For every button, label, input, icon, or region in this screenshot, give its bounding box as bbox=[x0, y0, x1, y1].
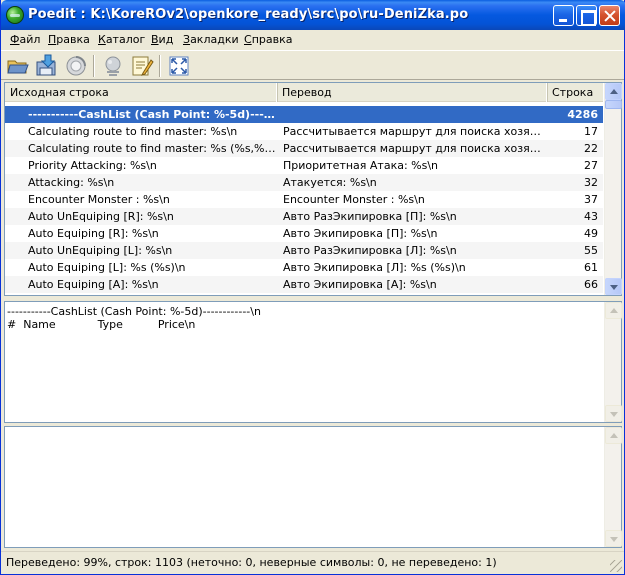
menu-bar: Файл Правка Каталог Вид Закладки Справка bbox=[1, 30, 624, 50]
line-cell: 55 bbox=[584, 244, 598, 257]
column-header-source[interactable]: Исходная строка bbox=[5, 83, 277, 102]
scroll-down-button[interactable] bbox=[605, 405, 622, 422]
source-cell: Priority Attacking: %s\n bbox=[28, 159, 157, 172]
table-header: Исходная строка Перевод Строка bbox=[5, 83, 603, 102]
scroll-down-button[interactable] bbox=[605, 278, 622, 295]
table-row[interactable]: -----------CashList (Cash Point: %-5d)--… bbox=[5, 106, 603, 123]
translation-cell: Авто РазЭкипировка [П]: %s\n bbox=[283, 210, 457, 223]
messages-list[interactable]: Исходная строка Перевод Строка ---------… bbox=[4, 82, 622, 296]
minimize-button[interactable] bbox=[553, 5, 574, 26]
scroll-thumb[interactable] bbox=[605, 100, 622, 109]
update-catalog-icon[interactable] bbox=[64, 54, 88, 78]
menu-edit[interactable]: Правка bbox=[48, 33, 90, 46]
table-row[interactable]: Auto Equiping [L]: %s (%s)\n Авто Экипир… bbox=[5, 259, 603, 276]
source-text: -----------CashList (Cash Point: %-5d)--… bbox=[7, 305, 261, 331]
table-body: -----------CashList (Cash Point: %-5d)--… bbox=[5, 103, 603, 295]
menu-view[interactable]: Вид bbox=[151, 33, 173, 46]
toolbar-separator bbox=[93, 55, 95, 77]
maximize-button[interactable] bbox=[576, 5, 597, 26]
scroll-up-button[interactable] bbox=[605, 302, 622, 319]
line-cell: 22 bbox=[584, 142, 598, 155]
scroll-down-button[interactable] bbox=[605, 530, 622, 547]
title-bar[interactable]: Poedit : K:\KoreROv2\openkore_ready\src\… bbox=[1, 0, 625, 30]
open-folder-icon[interactable] bbox=[6, 54, 30, 78]
toolbar-separator bbox=[159, 55, 161, 77]
line-cell: 66 bbox=[584, 278, 598, 291]
table-row[interactable]: Calculating route to find master: %s\n Р… bbox=[5, 123, 603, 140]
column-header-translation[interactable]: Перевод bbox=[277, 83, 547, 102]
translation-cell bbox=[283, 106, 543, 123]
list-scrollbar[interactable] bbox=[604, 83, 622, 295]
line-cell: 37 bbox=[584, 193, 598, 206]
resize-grip-icon[interactable] bbox=[610, 560, 622, 572]
source-cell: Auto Equiping [R]: %s\n bbox=[28, 227, 159, 240]
source-cell: Calculating route to find master: %s\n bbox=[28, 125, 238, 138]
table-row[interactable]: Priority Attacking: %s\n Приоритетная Ат… bbox=[5, 157, 603, 174]
line-cell: 32 bbox=[584, 176, 598, 189]
menu-help[interactable]: Справка bbox=[244, 33, 292, 46]
source-pane-scrollbar[interactable] bbox=[604, 302, 622, 422]
line-cell: 17 bbox=[584, 125, 598, 138]
status-bar: Переведено: 99%, строк: 1103 (неточно: 0… bbox=[1, 551, 624, 574]
toolbar bbox=[1, 50, 624, 80]
scroll-up-button[interactable] bbox=[605, 83, 622, 100]
close-button[interactable] bbox=[599, 5, 620, 26]
validate-icon[interactable] bbox=[101, 54, 125, 78]
source-cell: Auto Equiping [A]: %s\n bbox=[28, 278, 159, 291]
source-cell: Auto UnEquiping [R]: %s\n bbox=[28, 210, 174, 223]
menu-file[interactable]: Файл bbox=[10, 33, 40, 46]
edit-comment-icon[interactable] bbox=[130, 54, 154, 78]
table-row[interactable]: Auto Equiping [A]: %s\n Авто Экипировка … bbox=[5, 276, 603, 293]
translation-cell: Авто Экипировка [П]: %s\n bbox=[283, 227, 438, 240]
translation-cell: Авто РазЭкипировка [Л]: %s\n bbox=[283, 244, 457, 257]
menu-catalog[interactable]: Каталог bbox=[98, 33, 145, 46]
translation-cell: Рассчитывается маршрут для поиска хозяин… bbox=[283, 125, 543, 138]
source-cell: -----------CashList (Cash Point: %-5d)--… bbox=[28, 108, 278, 121]
poedit-app-icon bbox=[6, 6, 24, 24]
line-cell: 27 bbox=[584, 159, 598, 172]
translation-cell: Encounter Monster : %s\n bbox=[283, 193, 425, 206]
translation-cell: Атакуется: %s\n bbox=[283, 176, 377, 189]
table-row[interactable]: Calculating route to find master: %s (%s… bbox=[5, 140, 603, 157]
line-cell: 43 bbox=[584, 210, 598, 223]
fullscreen-icon[interactable] bbox=[167, 54, 191, 78]
source-cell: Auto UnEquiping [L]: %s\n bbox=[28, 244, 173, 257]
translation-cell: Рассчитывается маршрут для поиска хозяин… bbox=[283, 142, 543, 155]
window-title: Poedit : K:\KoreROv2\openkore_ready\src\… bbox=[28, 7, 469, 22]
table-row[interactable]: Auto UnEquiping [R]: %s\n Авто РазЭкипир… bbox=[5, 208, 603, 225]
line-cell: 49 bbox=[584, 227, 598, 240]
save-icon[interactable] bbox=[35, 54, 59, 78]
scroll-up-button[interactable] bbox=[605, 427, 622, 444]
line-cell: 4286 bbox=[567, 108, 598, 121]
menu-bookmarks[interactable]: Закладки bbox=[183, 33, 239, 46]
source-cell: Calculating route to find master: %s (%s… bbox=[28, 142, 278, 155]
source-text-pane[interactable]: -----------CashList (Cash Point: %-5d)--… bbox=[4, 301, 622, 423]
table-row[interactable]: Attacking: %s\n Атакуется: %s\n 32 bbox=[5, 174, 603, 191]
translation-cell: Авто Экипировка [А]: %s\n bbox=[283, 278, 437, 291]
table-row[interactable]: Auto Equiping [R]: %s\n Авто Экипировка … bbox=[5, 225, 603, 242]
translation-text-pane[interactable] bbox=[4, 426, 622, 548]
app-window: Poedit : K:\KoreROv2\openkore_ready\src\… bbox=[0, 0, 625, 575]
source-cell: Attacking: %s\n bbox=[28, 176, 115, 189]
source-cell: Encounter Monster : %s\n bbox=[28, 193, 170, 206]
table-row[interactable]: Auto UnEquiping [L]: %s\n Авто РазЭкипир… bbox=[5, 242, 603, 259]
translation-pane-scrollbar[interactable] bbox=[604, 427, 622, 547]
line-cell: 61 bbox=[584, 261, 598, 274]
column-header-line[interactable]: Строка bbox=[547, 83, 603, 102]
translation-cell: Авто Экипировка [Л]: %s (%s)\n bbox=[283, 261, 466, 274]
translation-cell: Приоритетная Атака: %s\n bbox=[283, 159, 439, 172]
source-cell: Auto Equiping [L]: %s (%s)\n bbox=[28, 261, 186, 274]
status-text: Переведено: 99%, строк: 1103 (неточно: 0… bbox=[6, 556, 497, 569]
table-row[interactable]: Encounter Monster : %s\n Encounter Monst… bbox=[5, 191, 603, 208]
